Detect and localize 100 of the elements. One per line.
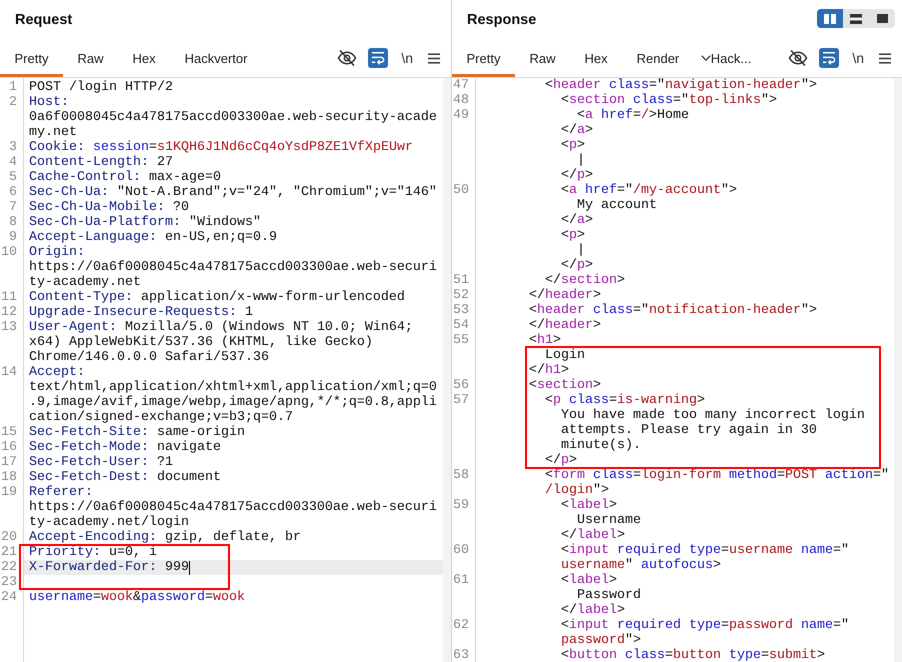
line-number: 53	[453, 304, 469, 317]
menu-icon	[428, 52, 440, 64]
tab[interactable]: Hackvertor	[170, 39, 262, 77]
line-number: 8	[9, 216, 17, 229]
code-line: <label>	[560, 574, 617, 587]
line-number: 57	[453, 394, 469, 407]
line-number: 47	[453, 79, 469, 92]
line-number: 51	[453, 274, 469, 287]
code-line: <label>	[560, 499, 617, 512]
line-number: 48	[453, 94, 469, 107]
line-number: 24	[1, 591, 17, 604]
line-number: 11	[1, 291, 17, 304]
eye-toggle-button[interactable]	[787, 47, 810, 69]
code-line: <p>	[560, 139, 585, 152]
code-line: Host:	[29, 96, 69, 109]
code-line: <button class=button type=submit>	[560, 649, 825, 662]
text-cursor	[188, 560, 190, 574]
single-pane-icon	[876, 14, 888, 23]
code-line: x64) AppleWebKit/537.36 (KHTML, like Gecko)	[29, 336, 373, 349]
tab[interactable]: Render	[622, 39, 694, 77]
code-line: ty-academy.net	[29, 276, 141, 289]
wrap-toggle-button[interactable]	[368, 48, 388, 68]
code-line: Content-Length: 27	[29, 156, 173, 169]
code-line: </a>	[560, 124, 593, 137]
scrollbar-track[interactable]	[894, 78, 902, 662]
newline-toggle-button[interactable]: \n	[849, 48, 867, 68]
tab[interactable]: Pretty	[452, 39, 515, 77]
line-number: 52	[453, 289, 469, 302]
line-number: 17	[1, 456, 17, 469]
code-line: my.net	[29, 126, 77, 139]
code-line: text/html,application/xhtml+xml,application/xml;q=0	[29, 381, 437, 394]
code-line: POST /login HTTP/2	[29, 81, 173, 94]
code-line: password">	[560, 634, 641, 647]
line-number: 55	[453, 334, 469, 347]
code-line: Sec-Fetch-Dest: document	[29, 471, 221, 484]
layout-button[interactable]	[817, 9, 843, 28]
code-line: |	[576, 244, 585, 257]
chevron-down-icon	[700, 55, 711, 61]
code-line: Sec-Ch-Ua-Platform: "Windows"	[29, 216, 261, 229]
wrap-toggle-button[interactable]	[819, 48, 840, 68]
tab[interactable]: Pretty	[0, 39, 63, 77]
newline-toggle-button[interactable]: \n	[398, 48, 416, 68]
menu-icon	[879, 52, 891, 64]
code-line: <h1>	[528, 334, 561, 347]
line-number: 12	[1, 306, 17, 319]
code-line: Upgrade-Insecure-Requests: 1	[29, 306, 253, 319]
code-line: .9,image/avif,image/webp,image/apng,*/*;q=0.8,appli	[29, 396, 437, 409]
line-number: 4	[9, 156, 17, 169]
code-line: attempts. Please try again in 30	[560, 424, 817, 437]
code-line: <section>	[528, 379, 601, 392]
code-line: https://0a6f0008045c4a478175accd003300ae.web-securi	[29, 261, 437, 274]
code-line: <header class="notification-header">	[528, 304, 817, 317]
code-line: </label>	[560, 529, 625, 542]
line-number: 5	[9, 171, 17, 184]
line-number: 18	[1, 471, 17, 484]
tab[interactable]: Hex	[570, 39, 622, 77]
code-line: <input required type=username name="	[560, 544, 849, 557]
code-line: </a>	[560, 214, 593, 227]
wrap-lines-icon	[371, 51, 386, 65]
code-line: /login">	[544, 484, 609, 497]
code-line: User-Agent: Mozilla/5.0 (Windows NT 10.0; Win64;	[29, 321, 413, 334]
code-line: </p>	[544, 454, 577, 467]
code-line: Sec-Ch-Ua-Mobile: ?0	[29, 201, 189, 214]
pane-title: Request	[15, 12, 72, 29]
pane-title: Response	[467, 12, 536, 29]
code-line: </label>	[560, 604, 625, 617]
scrollbar-track[interactable]	[443, 78, 451, 662]
line-number: 60	[453, 544, 469, 557]
tab[interactable]: Raw	[514, 39, 570, 77]
line-number: 3	[9, 141, 17, 154]
code-line: username" autofocus>	[560, 559, 721, 572]
code-line: ty-academy.net/login	[29, 516, 189, 529]
code-line: Accept-Encoding: gzip, deflate, br	[29, 531, 301, 544]
code-line: |	[576, 154, 585, 167]
line-number: 6	[9, 186, 17, 199]
tab[interactable]: Raw	[62, 39, 118, 77]
code-line: </p>	[560, 259, 593, 272]
line-number: 19	[1, 486, 17, 499]
code-line: Sec-Fetch-User: ?1	[29, 456, 173, 469]
tab[interactable]: Hack...	[694, 39, 766, 77]
line-number: 1	[9, 81, 17, 94]
line-number: 54	[453, 319, 469, 332]
line-number: 58	[453, 469, 469, 482]
two-columns-icon	[824, 14, 836, 24]
code-line: username=wook&password=wook	[29, 591, 245, 604]
code-line: Cache-Control: max-age=0	[29, 171, 221, 184]
line-number: 22	[1, 561, 17, 574]
code-line: cation/signed-exchange;v=b3;q=0.7	[29, 411, 293, 424]
code-line: Content-Type: application/x-www-form-urlencoded	[29, 291, 405, 304]
code-line: Origin:	[29, 246, 85, 259]
line-number: 62	[453, 619, 469, 632]
line-number: 61	[453, 574, 469, 587]
eye-toggle-button[interactable]	[336, 47, 358, 69]
code-line: <section class="top-links">	[560, 94, 777, 107]
code-line: Sec-Fetch-Mode: navigate	[29, 441, 221, 454]
code-line: Cookie: session=s1KQH6J1Nd6cCq4oYsdP8ZE1VfXpEUwr	[29, 141, 413, 154]
code-line: <header class="navigation-header">	[544, 79, 817, 92]
tab[interactable]: Hex	[118, 39, 170, 77]
code-line: <input required type=password name="	[560, 619, 849, 632]
eye-slash-icon	[337, 50, 358, 66]
